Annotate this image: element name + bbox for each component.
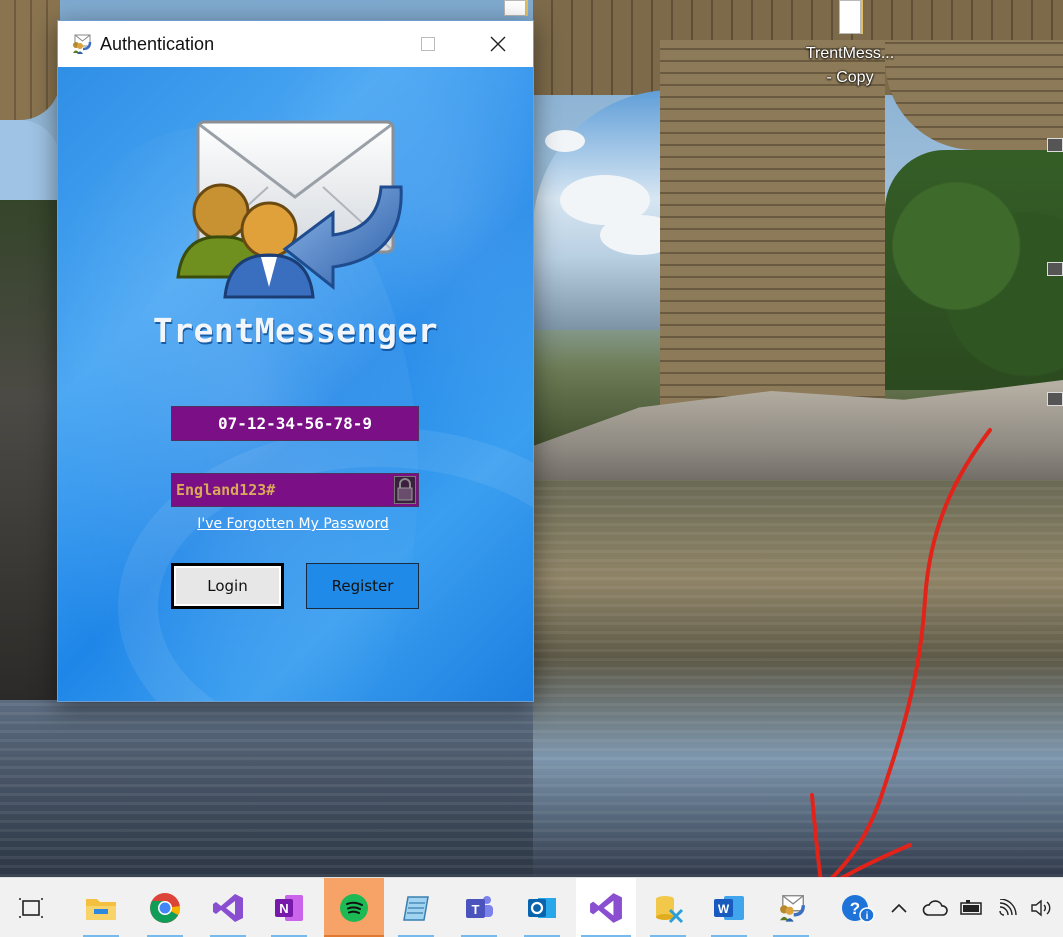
login-panel: TrentMessenger 07-12-34-56-78-9 England1… xyxy=(58,67,533,701)
bridge-arch-right xyxy=(885,40,1063,150)
username-field[interactable]: 07-12-34-56-78-9 xyxy=(171,406,419,441)
cloud xyxy=(545,130,585,152)
data-tool-icon xyxy=(656,896,684,924)
bridge-pillar xyxy=(660,40,885,420)
rocks-left xyxy=(0,200,57,700)
authentication-window: Authentication TrentMessenger 07-12-34-5… xyxy=(57,20,534,702)
app-title: TrentMessenger xyxy=(152,311,439,350)
speaker-icon xyxy=(1031,899,1051,917)
word-icon: W xyxy=(714,896,744,920)
register-button[interactable]: Register xyxy=(306,563,419,609)
password-value: England123# xyxy=(176,481,276,499)
password-field[interactable]: England123# xyxy=(171,473,419,507)
task-view-button[interactable] xyxy=(8,878,54,937)
login-button[interactable]: Login xyxy=(171,563,284,609)
notepad-icon xyxy=(403,896,429,921)
lock-icon[interactable] xyxy=(394,476,416,504)
help-icon: ? i xyxy=(842,895,875,923)
desktop-icon-trentmessenger-copy[interactable]: TrentMess... - Copy xyxy=(800,0,900,90)
wifi-icon xyxy=(999,899,1017,916)
outlook-icon xyxy=(528,898,556,918)
onedrive-tray-button[interactable] xyxy=(918,878,952,937)
riverbank-rocks xyxy=(533,380,1063,490)
taskbar-file-explorer[interactable] xyxy=(78,878,124,937)
trentmessenger-logo-icon xyxy=(176,120,403,299)
forgot-password-link[interactable]: I've Forgotten My Password xyxy=(58,516,528,532)
cloud-icon xyxy=(922,900,948,916)
visual-studio-icon xyxy=(590,893,622,923)
taskbar-data-tool[interactable] xyxy=(645,878,691,937)
task-view-icon xyxy=(19,898,43,918)
river-water-left xyxy=(0,700,533,877)
desktop-icon-edge[interactable] xyxy=(1047,138,1063,152)
network-tray-button[interactable] xyxy=(993,878,1023,937)
desktop-icon-edge[interactable] xyxy=(1047,262,1063,276)
help-tray-button[interactable]: ? i xyxy=(838,878,878,937)
taskbar-onenote[interactable]: N xyxy=(266,878,312,937)
visual-studio-icon xyxy=(213,894,243,922)
sky-area-left xyxy=(0,120,60,210)
file-icon xyxy=(504,0,526,16)
svg-text:i: i xyxy=(866,911,869,922)
svg-text:T: T xyxy=(472,902,480,917)
file-explorer-icon xyxy=(86,899,116,920)
desktop-icon-edge[interactable] xyxy=(1047,392,1063,406)
close-button[interactable] xyxy=(463,21,533,67)
title-bar[interactable]: Authentication xyxy=(58,21,533,67)
river-water xyxy=(533,480,1063,877)
window-title: Authentication xyxy=(100,33,215,54)
bridge-arch-left xyxy=(0,0,60,120)
taskbar-teams[interactable]: T xyxy=(456,878,502,937)
taskbar-spotify[interactable] xyxy=(324,878,384,937)
taskbar-visual-studio[interactable] xyxy=(205,878,251,937)
chrome-icon xyxy=(150,893,181,923)
taskbar-notepad[interactable] xyxy=(393,878,439,937)
app-icon xyxy=(70,33,92,55)
close-icon xyxy=(490,36,506,52)
volume-tray-button[interactable] xyxy=(1027,878,1057,937)
taskbar: N T W ? i xyxy=(0,877,1063,937)
chevron-up-icon xyxy=(891,903,907,913)
battery-tray-button[interactable] xyxy=(955,878,987,937)
maximize-button[interactable] xyxy=(393,21,463,67)
svg-text:?: ? xyxy=(850,899,860,918)
taskbar-chrome[interactable] xyxy=(142,878,188,937)
show-hidden-icons-button[interactable] xyxy=(885,878,913,937)
maximize-icon xyxy=(421,37,435,51)
trentmessenger-icon xyxy=(780,895,805,922)
minimize-button[interactable] xyxy=(323,21,393,67)
spotify-icon xyxy=(340,894,368,922)
teams-icon: T xyxy=(466,896,493,918)
onenote-icon: N xyxy=(275,895,303,921)
battery-icon xyxy=(960,900,982,915)
desktop-icon-label: TrentMess... - Copy xyxy=(805,45,895,86)
taskbar-visual-studio-active[interactable] xyxy=(576,878,636,937)
login-button-label: Login xyxy=(174,566,281,606)
minimize-icon xyxy=(351,43,365,45)
taskbar-word[interactable]: W xyxy=(706,878,752,937)
svg-text:W: W xyxy=(718,902,730,916)
svg-text:N: N xyxy=(279,901,288,916)
taskbar-outlook[interactable] xyxy=(519,878,565,937)
folder-file-icon xyxy=(839,0,861,34)
trees xyxy=(885,150,1063,390)
taskbar-trentmessenger[interactable] xyxy=(768,878,814,937)
